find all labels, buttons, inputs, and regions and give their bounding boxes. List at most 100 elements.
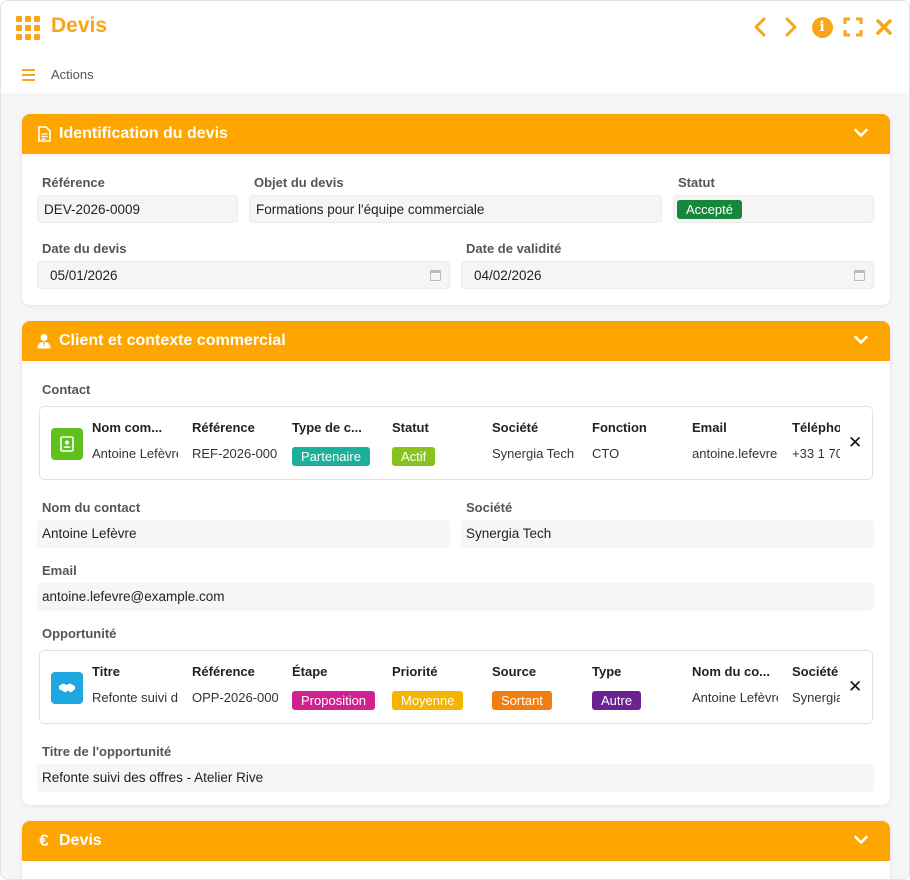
document-icon	[37, 126, 51, 142]
section-title: Client et contexte commercial	[59, 332, 286, 349]
contact-col-fonction: Fonction CTO	[592, 407, 692, 479]
column-value: Synergia Tech	[792, 690, 840, 705]
statut-field[interactable]: Accepté	[673, 195, 874, 223]
chevron-down-icon[interactable]	[854, 835, 868, 845]
column-value: antoine.lefevre@example.com	[692, 446, 778, 461]
nom-contact-field[interactable]: Antoine Lefèvre	[37, 520, 450, 548]
section-devis-header[interactable]: € Devis	[22, 821, 890, 861]
contact-card[interactable]: Nom com... Antoine Lefèvre Référence REF…	[39, 406, 873, 480]
titre-opp-field[interactable]: Refonte suivi des offres - Atelier Rive	[37, 764, 874, 792]
reference-label: Référence	[42, 175, 105, 190]
contact-label: Contact	[42, 382, 91, 397]
menu-icon[interactable]	[22, 69, 35, 81]
contact-col-email: Email antoine.lefevre@example.com	[692, 407, 792, 479]
date-devis-field[interactable]: 05/01/2026	[37, 261, 450, 289]
column-header: Nom com...	[92, 420, 163, 435]
remove-contact-button[interactable]: ✕	[848, 434, 862, 451]
opp-col-priorite: Priorité Moyenne	[392, 651, 492, 723]
column-value: CTO	[592, 446, 620, 461]
contact-col-type: Type de c... Partenaire	[292, 407, 392, 479]
section-title: Identification du devis	[59, 125, 228, 142]
section-client: Client et contexte commercial Contact No…	[22, 321, 890, 805]
contact-col-telephone: Téléphone +33 1 70 00 00 00	[792, 407, 840, 479]
actions-menu[interactable]: Actions	[51, 67, 94, 82]
date-devis-label: Date du devis	[42, 241, 127, 256]
section-title: Devis	[59, 832, 102, 849]
column-header: Référence	[192, 664, 255, 679]
opp-col-source: Source Sortant	[492, 651, 592, 723]
user-tie-icon	[37, 333, 51, 349]
column-header: Étape	[292, 664, 328, 679]
contact-columns: Nom com... Antoine Lefèvre Référence REF…	[92, 407, 840, 479]
apps-grid-icon[interactable]	[16, 16, 40, 40]
statut-label: Statut	[678, 175, 715, 190]
column-header: Société	[492, 420, 539, 435]
column-value: REF-2026-0001	[192, 446, 278, 461]
contact-col-nom: Nom com... Antoine Lefèvre	[92, 407, 192, 479]
info-button[interactable]: i	[811, 14, 833, 40]
previous-record-button[interactable]	[749, 14, 771, 40]
close-icon	[876, 19, 892, 35]
date-validite-value: 04/02/2026	[474, 268, 542, 283]
section-identification: Identification du devis Référence DEV-20…	[22, 114, 890, 305]
titre-opp-label: Titre de l'opportunité	[42, 744, 172, 759]
calendar-icon[interactable]	[430, 270, 441, 281]
societe-field[interactable]: Synergia Tech	[461, 520, 874, 548]
euro-icon: €	[39, 831, 49, 850]
column-header: Type de c...	[292, 420, 362, 435]
column-header: Source	[492, 664, 537, 679]
opp-col-nom-contact: Nom du co... Antoine Lefèvre	[692, 651, 792, 723]
stage-badge: Proposition	[292, 691, 376, 710]
column-header: Titre	[92, 664, 120, 679]
window-header: Devis i Actions	[1, 1, 909, 93]
column-header: Priorité	[392, 664, 438, 679]
email-label: Email	[42, 563, 77, 578]
column-header: Référence	[192, 420, 255, 435]
section-devis: € Devis	[22, 821, 890, 879]
column-value: Antoine Lefèvre	[692, 690, 778, 705]
column-value: +33 1 70 00 00 00	[792, 446, 840, 461]
expand-icon	[843, 17, 863, 37]
reference-field[interactable]: DEV-2026-0009	[37, 195, 238, 223]
opp-col-titre: Titre Refonte suivi des offres	[92, 651, 192, 723]
calendar-icon[interactable]	[854, 270, 865, 281]
section-client-header[interactable]: Client et contexte commercial	[22, 321, 890, 361]
status-badge: Accepté	[677, 200, 742, 219]
contact-card-icon	[51, 428, 83, 460]
opp-col-reference: Référence OPP-2026-0001	[192, 651, 292, 723]
objet-label: Objet du devis	[254, 175, 344, 190]
window-title: Devis	[51, 14, 108, 37]
opp-col-type: Type Autre	[592, 651, 692, 723]
column-header: Téléphone	[792, 420, 840, 435]
column-header: Statut	[392, 420, 429, 435]
remove-opportunity-button[interactable]: ✕	[848, 678, 862, 695]
column-value: Refonte suivi des offres	[92, 690, 178, 705]
column-header: Fonction	[592, 420, 647, 435]
source-badge: Sortant	[492, 691, 552, 710]
fullscreen-button[interactable]	[842, 14, 864, 40]
chevron-down-icon[interactable]	[854, 128, 868, 138]
close-window-button[interactable]	[873, 14, 895, 40]
type-badge: Partenaire	[292, 447, 370, 466]
handshake-icon	[51, 672, 83, 704]
status-badge: Actif	[392, 447, 436, 466]
chevron-left-icon	[754, 17, 766, 37]
opportunite-label: Opportunité	[42, 626, 117, 641]
opportunity-card[interactable]: Titre Refonte suivi des offres Référence…	[39, 650, 873, 724]
societe-label: Société	[466, 500, 513, 515]
contact-col-statut: Statut Actif	[392, 407, 492, 479]
column-header: Email	[692, 420, 727, 435]
date-validite-field[interactable]: 04/02/2026	[461, 261, 874, 289]
objet-field[interactable]: Formations pour l'équipe commerciale	[249, 195, 662, 223]
info-icon: i	[811, 16, 833, 38]
column-value: OPP-2026-0001	[192, 690, 278, 705]
contact-col-societe: Société Synergia Tech	[492, 407, 592, 479]
section-identification-header[interactable]: Identification du devis	[22, 114, 890, 154]
email-field[interactable]: antoine.lefevre@example.com	[37, 583, 874, 611]
type-badge: Autre	[592, 691, 642, 710]
window-controls: i	[749, 14, 895, 40]
next-record-button[interactable]	[780, 14, 802, 40]
opp-col-societe: Société Synergia Tech	[792, 651, 840, 723]
chevron-down-icon[interactable]	[854, 335, 868, 345]
priority-badge: Moyenne	[392, 691, 464, 710]
